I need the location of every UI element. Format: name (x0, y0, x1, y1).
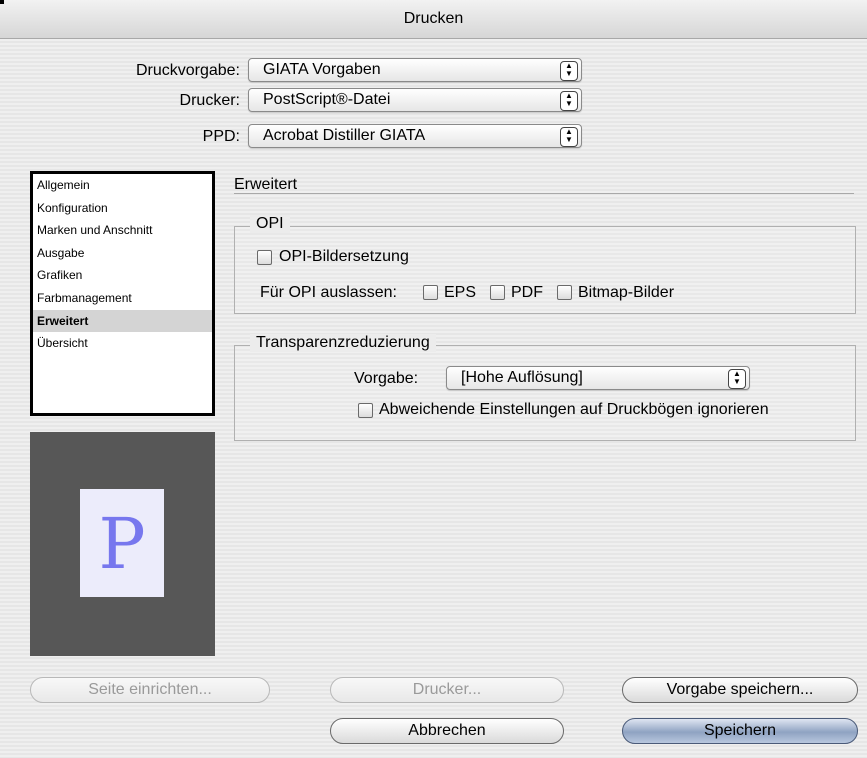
pdf-checkbox[interactable] (490, 285, 505, 300)
preset-value: GIATA Vorgaben (263, 61, 381, 78)
printer-label: Drucker: (179, 92, 240, 109)
list-item-ausgabe[interactable]: Ausgabe (33, 242, 212, 265)
ppd-label: PPD: (202, 128, 240, 145)
preview-page: P (80, 489, 164, 597)
opi-replace-checkbox[interactable] (257, 250, 272, 265)
bitmap-checkbox[interactable] (557, 285, 572, 300)
transparency-preset-value: [Hohe Auflösung] (461, 369, 583, 386)
opi-group-title: OPI (250, 215, 290, 233)
ppd-value: Acrobat Distiller GIATA (263, 127, 426, 144)
list-item-uebersicht[interactable]: Übersicht (33, 332, 212, 355)
transparency-preset-label: Vorgabe: (354, 370, 419, 387)
ppd-popup[interactable]: Acrobat Distiller GIATA ▲ ▼ (248, 124, 582, 148)
list-item-marken[interactable]: Marken und Anschnitt (33, 219, 212, 242)
preset-label: Druckvorgabe: (135, 62, 240, 79)
page-preview: P (30, 432, 215, 656)
printer-value: PostScript®-Datei (263, 91, 391, 108)
preset-popup[interactable]: GIATA Vorgaben ▲ ▼ (248, 58, 582, 82)
section-title: Erweitert (234, 176, 298, 193)
pdf-label: PDF (511, 284, 543, 301)
ignore-overrides-checkbox[interactable] (358, 403, 373, 418)
opi-omit-label: Für OPI auslassen: (260, 284, 397, 301)
preview-letter: P (98, 503, 146, 585)
category-list[interactable]: Allgemein Konfiguration Marken und Ansch… (30, 171, 215, 416)
ignore-overrides-label: Abweichende Einstellungen auf Druckbögen… (379, 401, 769, 418)
popup-arrows-icon: ▲ ▼ (728, 369, 746, 389)
transparency-preset-popup[interactable]: [Hohe Auflösung] ▲ ▼ (446, 366, 750, 390)
list-item-farbmanagement[interactable]: Farbmanagement (33, 287, 212, 310)
transparency-group-title: Transparenzreduzierung (250, 334, 436, 352)
list-item-erweitert[interactable]: Erweitert (33, 309, 212, 333)
printer-popup[interactable]: PostScript®-Datei ▲ ▼ (248, 88, 582, 112)
section-divider (234, 193, 854, 194)
window-corner (0, 0, 4, 4)
eps-checkbox[interactable] (423, 285, 438, 300)
save-button[interactable]: Speichern (622, 718, 858, 744)
save-preset-button[interactable]: Vorgabe speichern... (622, 677, 858, 703)
popup-arrows-icon: ▲ ▼ (560, 127, 578, 147)
opi-replace-label: OPI-Bildersetzung (279, 248, 409, 265)
printer-button[interactable]: Drucker... (330, 677, 564, 703)
list-item-grafiken[interactable]: Grafiken (33, 264, 212, 287)
transparency-group (234, 345, 856, 441)
cancel-button[interactable]: Abbrechen (330, 718, 564, 744)
list-item-konfiguration[interactable]: Konfiguration (33, 197, 212, 220)
list-item-allgemein[interactable]: Allgemein (33, 174, 212, 197)
window-title: Drucken (0, 0, 867, 39)
popup-arrows-icon: ▲ ▼ (560, 61, 578, 81)
eps-label: EPS (444, 284, 477, 301)
popup-arrows-icon: ▲ ▼ (560, 91, 578, 111)
page-setup-button[interactable]: Seite einrichten... (30, 677, 270, 703)
bitmap-label: Bitmap-Bilder (578, 284, 675, 301)
